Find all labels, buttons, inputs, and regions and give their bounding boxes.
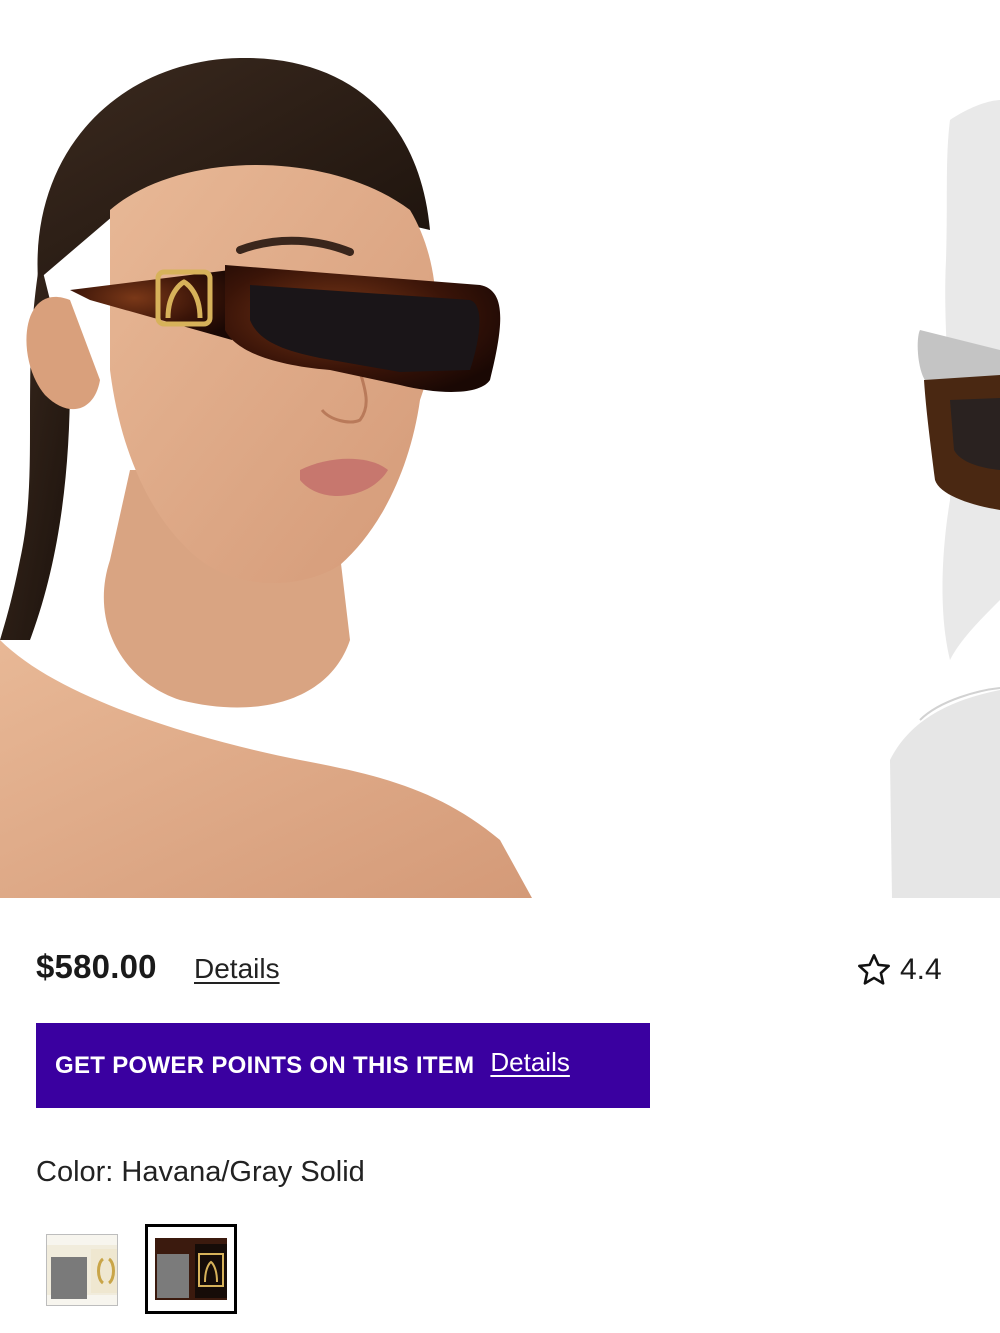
product-price: $580.00 [36,948,157,985]
ivory-frame-swatch[interactable] [46,1234,118,1306]
model-wearing-sunglasses-image[interactable] [0,0,880,898]
star-outline-icon [858,954,890,985]
power-points-text: GET POWER POINTS ON THIS ITEM [55,1051,475,1079]
price-details-link[interactable]: Details [194,953,280,985]
rating-value: 4.4 [900,953,942,986]
product-rating[interactable]: 4.4 [856,952,942,988]
product-image-carousel[interactable] [0,0,1000,898]
color-label: Color: Havana/Gray Solid [36,1156,365,1188]
mannequin-wearing-sunglasses-image[interactable] [880,0,1000,898]
havana-frame-swatch[interactable] [145,1224,237,1314]
power-points-details-link[interactable]: Details [490,1047,569,1078]
power-points-banner[interactable]: GET POWER POINTS ON THIS ITEM Details [36,1023,650,1108]
